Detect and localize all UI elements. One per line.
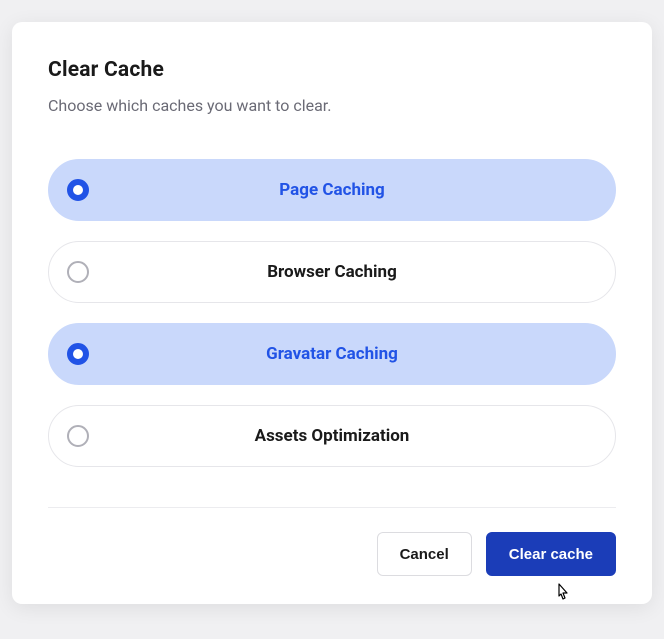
option-browser-caching[interactable]: Browser Caching bbox=[48, 241, 616, 303]
option-label: Browser Caching bbox=[89, 262, 597, 282]
option-label: Page Caching bbox=[89, 180, 597, 200]
modal-subtitle: Choose which caches you want to clear. bbox=[48, 96, 616, 115]
option-page-caching[interactable]: Page Caching bbox=[48, 159, 616, 221]
clear-cache-modal: Clear Cache Choose which caches you want… bbox=[12, 22, 652, 604]
confirm-button[interactable]: Clear cache bbox=[486, 532, 616, 576]
options-list: Page Caching Browser Caching Gravatar Ca… bbox=[48, 159, 616, 467]
option-label: Assets Optimization bbox=[89, 426, 597, 446]
radio-icon bbox=[67, 179, 89, 201]
modal-title: Clear Cache bbox=[48, 58, 616, 82]
option-gravatar-caching[interactable]: Gravatar Caching bbox=[48, 323, 616, 385]
radio-icon bbox=[67, 261, 89, 283]
option-assets-optimization[interactable]: Assets Optimization bbox=[48, 405, 616, 467]
modal-footer: Cancel Clear cache bbox=[48, 532, 616, 576]
radio-icon bbox=[67, 343, 89, 365]
option-label: Gravatar Caching bbox=[89, 344, 597, 364]
divider bbox=[48, 507, 616, 508]
cancel-button[interactable]: Cancel bbox=[377, 532, 472, 576]
radio-icon bbox=[67, 425, 89, 447]
